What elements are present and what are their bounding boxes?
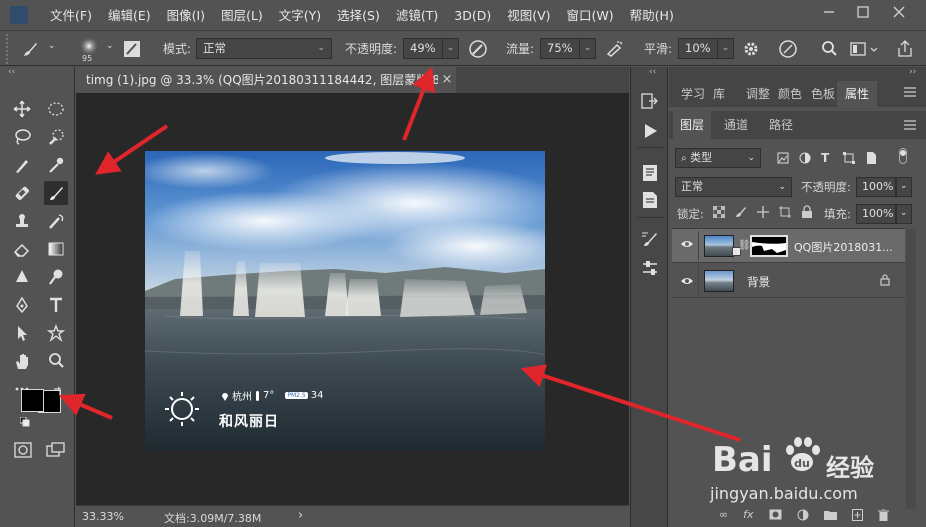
- arrow-to-opacity: [402, 66, 435, 141]
- arrow-to-canvas: [520, 364, 741, 442]
- arrow-to-color-swatch: [58, 393, 113, 420]
- photoshop-window: { "menubar": { "items": ["文件(F)", "编辑(E)…: [0, 0, 926, 527]
- arrow-to-brush-tool: [95, 124, 169, 175]
- annotation-arrows: [58, 66, 741, 442]
